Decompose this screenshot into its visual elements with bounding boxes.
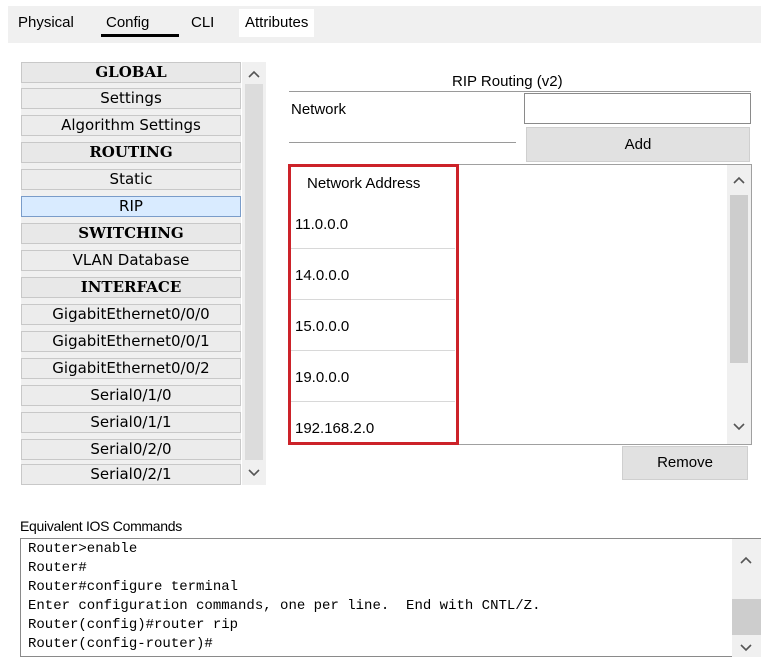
- network-divider: [289, 142, 516, 143]
- network-address: 15.0.0.0: [295, 318, 350, 335]
- console-line: Router(config-router)#: [28, 636, 213, 652]
- network-address-header: Network Address: [307, 175, 421, 192]
- network-address: 19.0.0.0: [295, 369, 350, 386]
- console-scrollbar[interactable]: [732, 539, 761, 657]
- list-item[interactable]: 19.0.0.0: [291, 351, 455, 402]
- menu-header-global: GLOBAL: [21, 62, 241, 83]
- menu-item-vlan-database[interactable]: VLAN Database: [21, 250, 241, 271]
- menu-item-algorithm-settings[interactable]: Algorithm Settings: [21, 115, 241, 136]
- config-menu: GLOBAL Settings Algorithm Settings ROUTI…: [21, 62, 241, 485]
- scroll-up-icon[interactable]: [737, 551, 755, 569]
- network-address: 14.0.0.0: [295, 267, 350, 284]
- scroll-down-icon[interactable]: [245, 464, 263, 482]
- console-line: Router>enable: [28, 541, 138, 557]
- scroll-up-icon[interactable]: [245, 65, 263, 83]
- menu-scroll-thumb[interactable]: [245, 84, 263, 460]
- tab-cli[interactable]: CLI: [191, 14, 214, 31]
- scroll-down-icon[interactable]: [730, 418, 748, 436]
- menu-item-gig002[interactable]: GigabitEthernet0/0/2: [21, 358, 241, 379]
- list-item[interactable]: 11.0.0.0: [291, 198, 455, 249]
- list-item[interactable]: 192.168.2.0: [291, 402, 455, 453]
- tab-physical[interactable]: Physical: [18, 14, 74, 31]
- network-input[interactable]: [524, 93, 751, 124]
- remove-button[interactable]: Remove: [622, 446, 748, 480]
- list-item[interactable]: 14.0.0.0: [291, 249, 455, 300]
- tab-attributes[interactable]: Attributes: [239, 9, 315, 37]
- ios-commands-label: Equivalent IOS Commands: [20, 518, 182, 534]
- list-scroll-thumb[interactable]: [730, 195, 748, 363]
- menu-item-serial020[interactable]: Serial0/2/0: [21, 439, 241, 460]
- console-line: Router#: [28, 560, 87, 576]
- ios-commands-console[interactable]: Router>enable Router# Router#configure t…: [20, 538, 761, 657]
- network-address: 192.168.2.0: [295, 420, 375, 437]
- menu-header-interface: INTERFACE: [21, 277, 241, 298]
- list-item[interactable]: 15.0.0.0: [291, 300, 455, 351]
- menu-header-switching: SWITCHING: [21, 223, 241, 244]
- console-line: Router(config)#router rip: [28, 617, 239, 633]
- menu-item-gig001[interactable]: GigabitEthernet0/0/1: [21, 331, 241, 352]
- network-address: 11.0.0.0: [295, 216, 349, 233]
- menu-scrollbar[interactable]: [242, 62, 266, 485]
- list-scrollbar[interactable]: [727, 165, 751, 444]
- menu-item-serial021[interactable]: Serial0/2/1: [21, 464, 241, 485]
- active-tab-indicator: [101, 34, 179, 37]
- scroll-down-icon[interactable]: [737, 639, 755, 657]
- menu-item-gig000[interactable]: GigabitEthernet0/0/0: [21, 304, 241, 325]
- menu-item-settings[interactable]: Settings: [21, 88, 241, 109]
- rip-title-divider: [289, 91, 751, 92]
- console-scroll-thumb[interactable]: [732, 599, 761, 635]
- tab-config[interactable]: Config: [106, 14, 149, 31]
- console-line: Router#configure terminal: [28, 579, 239, 595]
- menu-header-routing: ROUTING: [21, 142, 241, 163]
- menu-item-static[interactable]: Static: [21, 169, 241, 190]
- menu-item-serial010[interactable]: Serial0/1/0: [21, 385, 241, 406]
- menu-item-serial011[interactable]: Serial0/1/1: [21, 412, 241, 433]
- network-label: Network: [291, 101, 347, 118]
- menu-item-rip[interactable]: RIP: [21, 196, 241, 217]
- scroll-up-icon[interactable]: [730, 171, 748, 189]
- add-button[interactable]: Add: [526, 127, 750, 162]
- rip-title: RIP Routing (v2): [452, 73, 563, 90]
- console-line: Enter configuration commands, one per li…: [28, 598, 541, 614]
